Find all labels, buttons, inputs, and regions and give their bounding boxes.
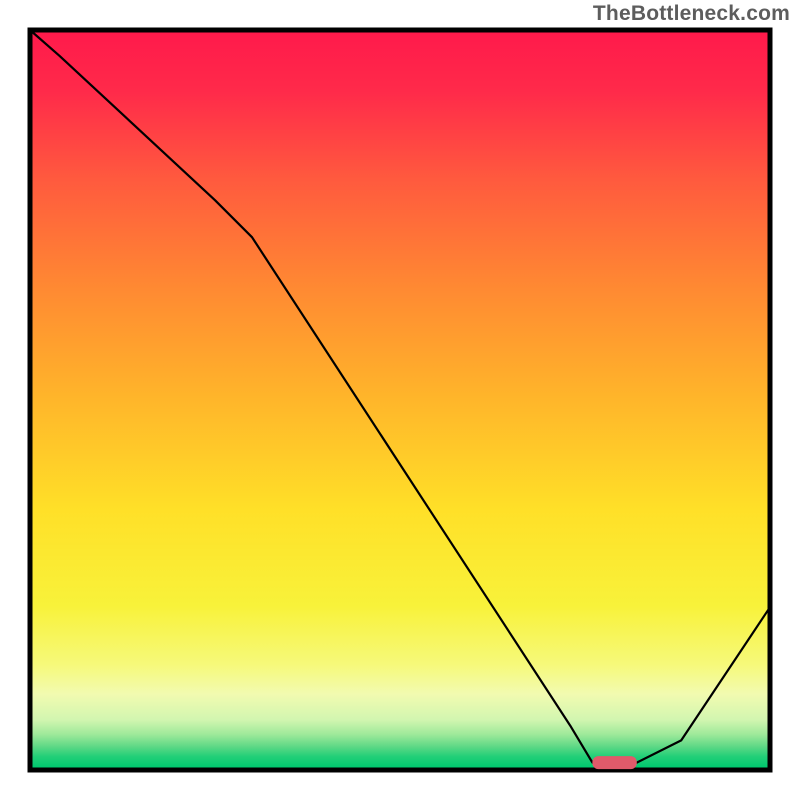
- watermark-text: TheBottleneck.com: [593, 2, 790, 26]
- chart-stage: TheBottleneck.com: [0, 0, 800, 800]
- bottleneck-marker: [592, 756, 636, 769]
- plot-background: [33, 33, 768, 768]
- bottleneck-chart: [0, 0, 800, 800]
